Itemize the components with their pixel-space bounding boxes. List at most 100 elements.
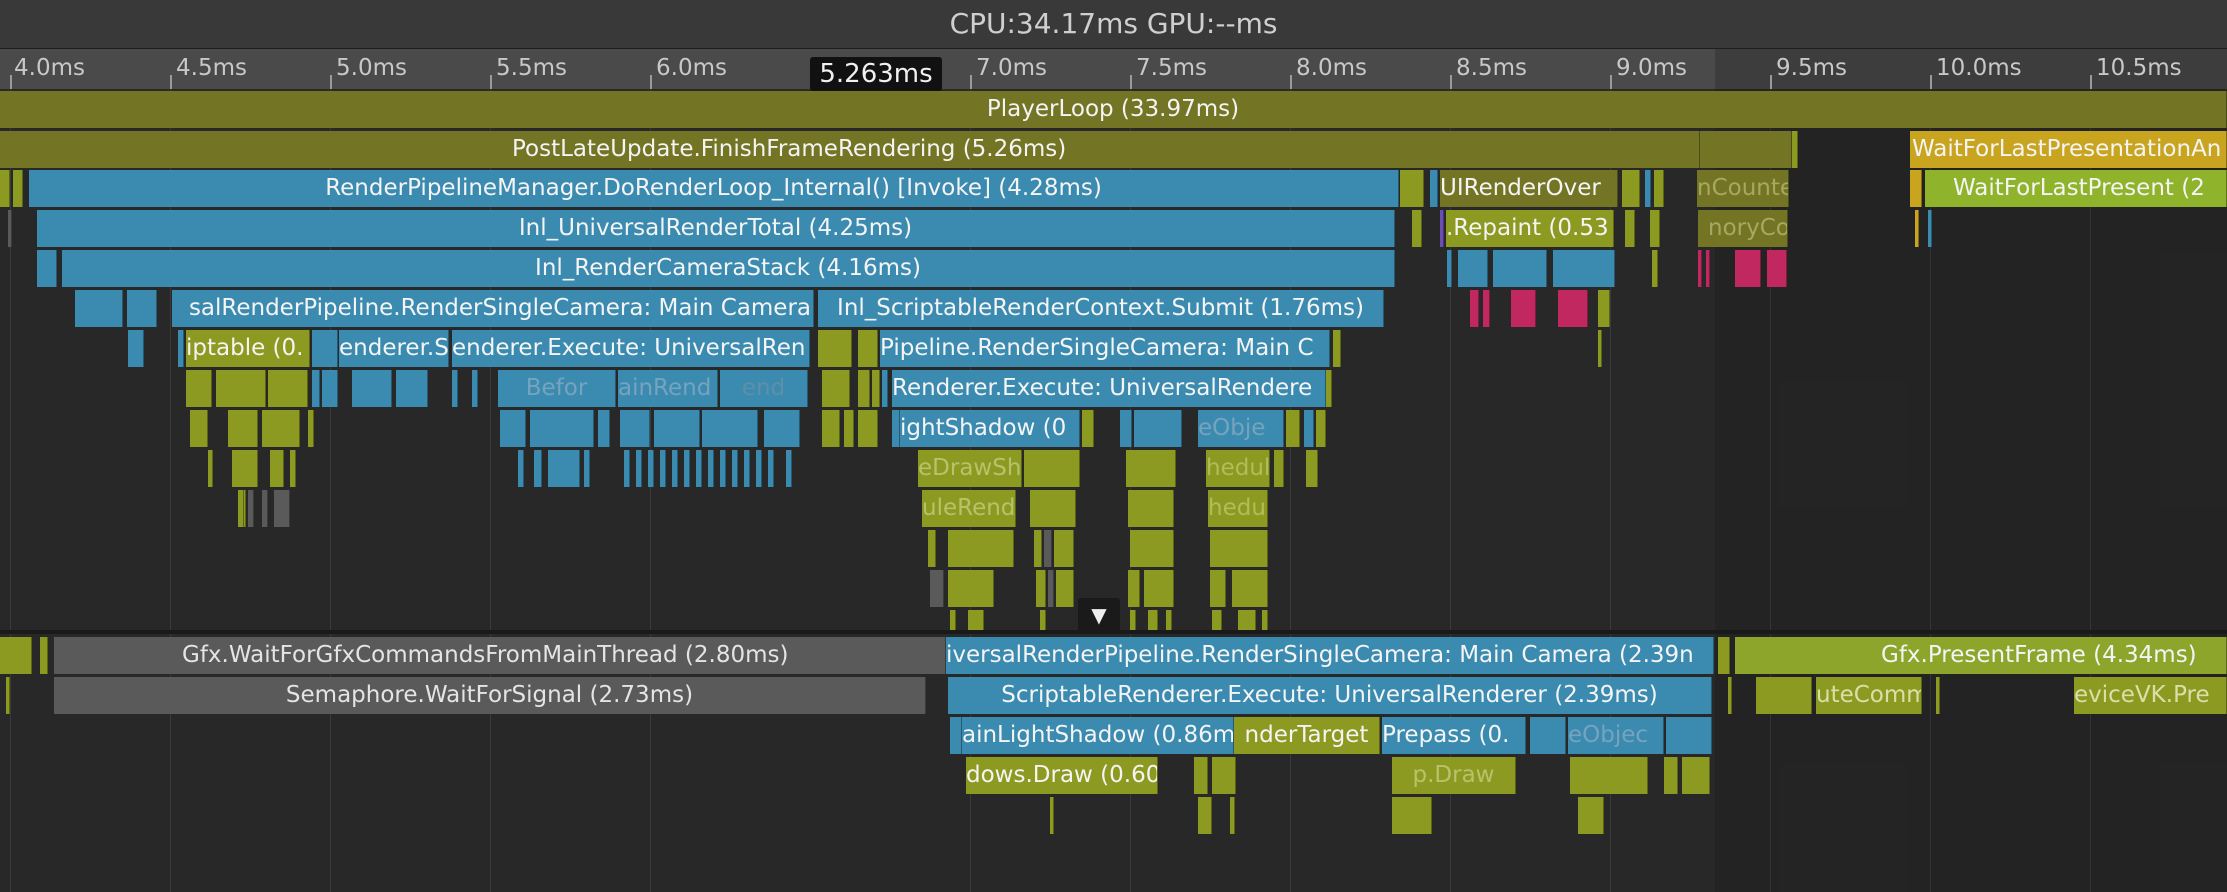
sample-main-light-shadow[interactable]: ainLightShadow (0.86m	[962, 717, 1234, 754]
sample-post-late-update[interactable]: PostLateUpdate.FinishFrameRendering (5.2…	[0, 131, 1700, 168]
sample-tiny[interactable]	[822, 370, 850, 407]
sample-tiny[interactable]	[268, 370, 308, 407]
sample-prepass[interactable]: Prepass (0.	[1382, 717, 1526, 754]
sample-tiny[interactable]	[1286, 410, 1300, 447]
sample-counter[interactable]: nCounte	[1697, 170, 1789, 207]
sample-tiny[interactable]	[1040, 610, 1046, 630]
sample-tiny[interactable]	[636, 450, 642, 487]
sample-tiny[interactable]	[1553, 250, 1615, 287]
sample-tiny[interactable]	[274, 490, 290, 527]
sample-renderer-execute2[interactable]: Renderer.Execute: UniversalRendere	[892, 370, 1326, 407]
sample-tiny[interactable]	[1430, 170, 1438, 207]
sample-render-single-camera[interactable]: salRenderPipeline.RenderSingleCamera: Ma…	[172, 290, 814, 327]
sample-tiny[interactable]	[1767, 250, 1787, 287]
sample-tiny[interactable]	[1530, 717, 1566, 754]
sample-tiny[interactable]	[1578, 797, 1604, 834]
sample-tiny[interactable]	[127, 290, 157, 327]
sample-profiler-end[interactable]	[1700, 131, 1792, 168]
sample-schedule-rend[interactable]: uleRend	[922, 490, 1016, 527]
sample-tiny[interactable]	[452, 370, 458, 407]
sample-tiny[interactable]	[872, 370, 880, 407]
sample-tiny[interactable]	[1130, 530, 1174, 567]
sample-tiny[interactable]	[1598, 290, 1610, 327]
sample-tiny[interactable]	[1274, 450, 1284, 487]
sample-tiny[interactable]	[1056, 570, 1074, 607]
sample-tiny[interactable]	[1316, 410, 1326, 447]
sample-tiny[interactable]	[1936, 677, 1940, 714]
sample-ui-render-overlay[interactable]: UIRenderOver	[1440, 170, 1618, 207]
sample-tiny[interactable]	[654, 410, 700, 447]
sample-renderer-execute[interactable]: enderer.Execute: UniversalRen	[452, 330, 810, 367]
sample-semaphore[interactable]: Semaphore.WaitForSignal (2.73ms)	[54, 677, 926, 714]
sample-tiny[interactable]	[308, 410, 314, 447]
sample-tiny[interactable]	[858, 410, 878, 447]
sample-tiny[interactable]	[1706, 250, 1710, 287]
sample-tiny[interactable]	[1645, 170, 1651, 207]
sample-repaint[interactable]: .Repaint (0.53	[1446, 210, 1614, 247]
sample-tiny[interactable]	[702, 410, 758, 447]
sample-present-frame[interactable]: Gfx.PresentFrame (4.34ms)	[1735, 637, 2227, 674]
sample-tiny[interactable]	[1558, 290, 1588, 327]
sample-tiny[interactable]	[518, 450, 524, 487]
sample-render-loop[interactable]: RenderPipelineManager.DoRenderLoop_Inter…	[29, 170, 1399, 207]
sample-tiny[interactable]	[950, 717, 962, 754]
sample-tiny[interactable]	[1792, 131, 1798, 168]
sample-tiny[interactable]	[1333, 330, 1341, 367]
sample-tiny[interactable]	[968, 610, 984, 630]
sample-object2[interactable]: eObjec	[1568, 717, 1664, 754]
sample-tiny[interactable]	[216, 370, 266, 407]
sample-tiny[interactable]	[208, 450, 213, 487]
sample-tiny[interactable]	[1128, 570, 1140, 607]
sample-tiny[interactable]	[1570, 757, 1648, 794]
sample-tiny[interactable]	[178, 330, 184, 367]
sample-shadows-draw[interactable]: dows.Draw (0.60	[966, 757, 1158, 794]
sample-tiny[interactable]	[1392, 797, 1432, 834]
sample-tiny[interactable]	[1928, 210, 1932, 247]
sample-tiny[interactable]	[696, 450, 702, 487]
sample-tiny[interactable]	[1082, 410, 1094, 447]
sample-tiny[interactable]	[1128, 490, 1174, 527]
sample-tiny[interactable]	[1483, 290, 1490, 327]
sample-tiny[interactable]	[322, 370, 338, 407]
sample-tiny[interactable]	[1728, 677, 1732, 714]
sample-tiny[interactable]	[13, 170, 23, 207]
sample-tiny[interactable]	[764, 410, 800, 447]
sample-tiny[interactable]	[1120, 410, 1132, 447]
sample-tiny[interactable]	[40, 637, 48, 674]
sample-tiny[interactable]	[75, 290, 123, 327]
sample-tiny[interactable]	[858, 370, 870, 407]
sample-tiny[interactable]	[534, 450, 542, 487]
sample-light-shadow[interactable]: ightShadow (0	[900, 410, 1080, 447]
sample-player-loop[interactable]: PlayerLoop (33.97ms)	[0, 91, 2227, 128]
triangle-down-icon[interactable]: ▼	[1078, 598, 1120, 632]
sample-tiny[interactable]	[684, 450, 690, 487]
sample-tiny[interactable]	[930, 570, 944, 607]
sample-before-main[interactable]: Befor	[498, 370, 616, 407]
sample-context-submit[interactable]: Inl_ScriptableRenderContext.Submit (1.76…	[818, 290, 1384, 327]
sample-wait-last-present[interactable]: WaitForLastPresent (2	[1925, 170, 2227, 207]
sample-camera-stack[interactable]: Inl_RenderCameraStack (4.16ms)	[62, 250, 1395, 287]
sample-tiny[interactable]	[672, 450, 678, 487]
sample-tiny[interactable]	[290, 450, 296, 487]
sample-tiny[interactable]	[858, 330, 878, 367]
sample-main-rend[interactable]: ainRend	[618, 370, 718, 407]
sample-tiny[interactable]	[240, 490, 244, 527]
sample-tiny[interactable]	[720, 450, 726, 487]
sample-tiny[interactable]	[1622, 170, 1640, 207]
sample-tiny[interactable]	[6, 677, 10, 714]
sample-tiny[interactable]	[620, 410, 650, 447]
sample-tiny[interactable]	[1598, 330, 1602, 367]
sample-renderer-s[interactable]: enderer.S	[339, 330, 449, 367]
sample-render-target[interactable]: nderTarget	[1234, 717, 1380, 754]
sample-tiny[interactable]	[648, 450, 654, 487]
sample-tiny[interactable]	[548, 450, 580, 487]
sample-memory[interactable]: noryCo	[1698, 210, 1788, 247]
sample-tiny[interactable]	[1756, 677, 1812, 714]
sample-tiny[interactable]	[1400, 170, 1424, 207]
sample-tiny[interactable]	[1664, 757, 1678, 794]
sample-tiny[interactable]	[756, 450, 762, 487]
time-ruler[interactable]: 4.0ms 4.5ms 5.0ms 5.5ms 6.0ms 7.0ms 7.5m…	[0, 49, 2227, 90]
sample-tiny[interactable]	[0, 637, 32, 674]
sample-tiny[interactable]	[768, 450, 774, 487]
sample-tiny[interactable]	[232, 450, 258, 487]
